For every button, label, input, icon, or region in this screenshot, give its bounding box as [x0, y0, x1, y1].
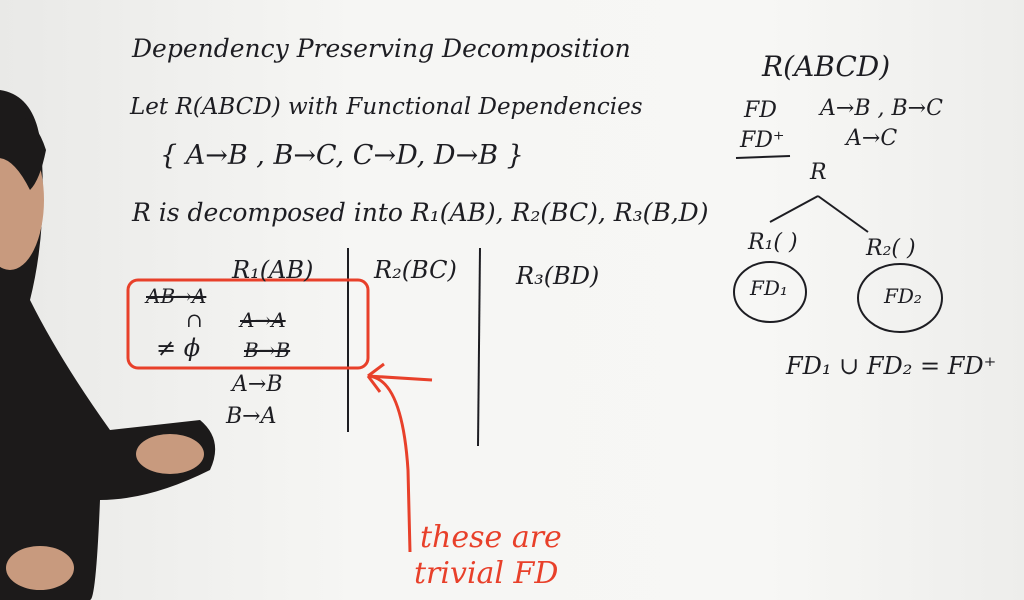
right-fdplus-label: FD⁺ [740, 128, 785, 153]
decomposition-statement: R is decomposed into R₁(AB), R₂(BC), R₃(… [132, 198, 709, 227]
right-relation: R(ABCD) [762, 50, 891, 83]
fd1-label: FD₁ [750, 276, 788, 300]
table-header-r1: R₁(AB) [232, 256, 314, 284]
tree-branch-right [817, 195, 869, 233]
tree-child-r2: R₂( ) [866, 236, 916, 261]
presenter-hand-lower [6, 546, 74, 590]
fd-b-to-a: B→A [226, 404, 277, 429]
fd-set: { A→B , B→C, C→D, D→B } [160, 140, 524, 171]
table-header-r2: R₂(BC) [374, 256, 457, 284]
union-equation: FD₁ ∪ FD₂ = FD⁺ [786, 352, 997, 380]
column-divider-2 [477, 247, 481, 447]
fd-a-to-b: A→B [232, 372, 283, 397]
struck-fd-a-a: A→A [240, 308, 286, 332]
right-fdplus-value: A→C [846, 126, 898, 151]
tree-root: R [810, 160, 827, 185]
right-fd-label: FD [744, 98, 777, 123]
struck-fd-ab-a: AB→A [146, 284, 207, 308]
fdplus-underline [735, 155, 791, 159]
presenter-hand [136, 434, 204, 474]
red-note-line2: trivial FD [414, 556, 559, 591]
struck-fd-b-b: B→B [244, 338, 291, 362]
fd2-label: FD₂ [884, 284, 922, 308]
table-header-r3: R₃(BD) [516, 262, 600, 290]
tree-child-r1: R₁( ) [748, 230, 798, 255]
not-empty-symbol: ≠ ϕ [156, 334, 201, 362]
right-fd-values: A→B , B→C [820, 96, 943, 121]
intersection-symbol: ∩ [186, 308, 203, 332]
board-title: Dependency Preserving Decomposition [132, 34, 631, 63]
red-note-line1: these are [420, 520, 562, 555]
relation-statement: Let R(ABCD) with Functional Dependencies [130, 94, 643, 120]
tree-branch-left [769, 195, 819, 223]
